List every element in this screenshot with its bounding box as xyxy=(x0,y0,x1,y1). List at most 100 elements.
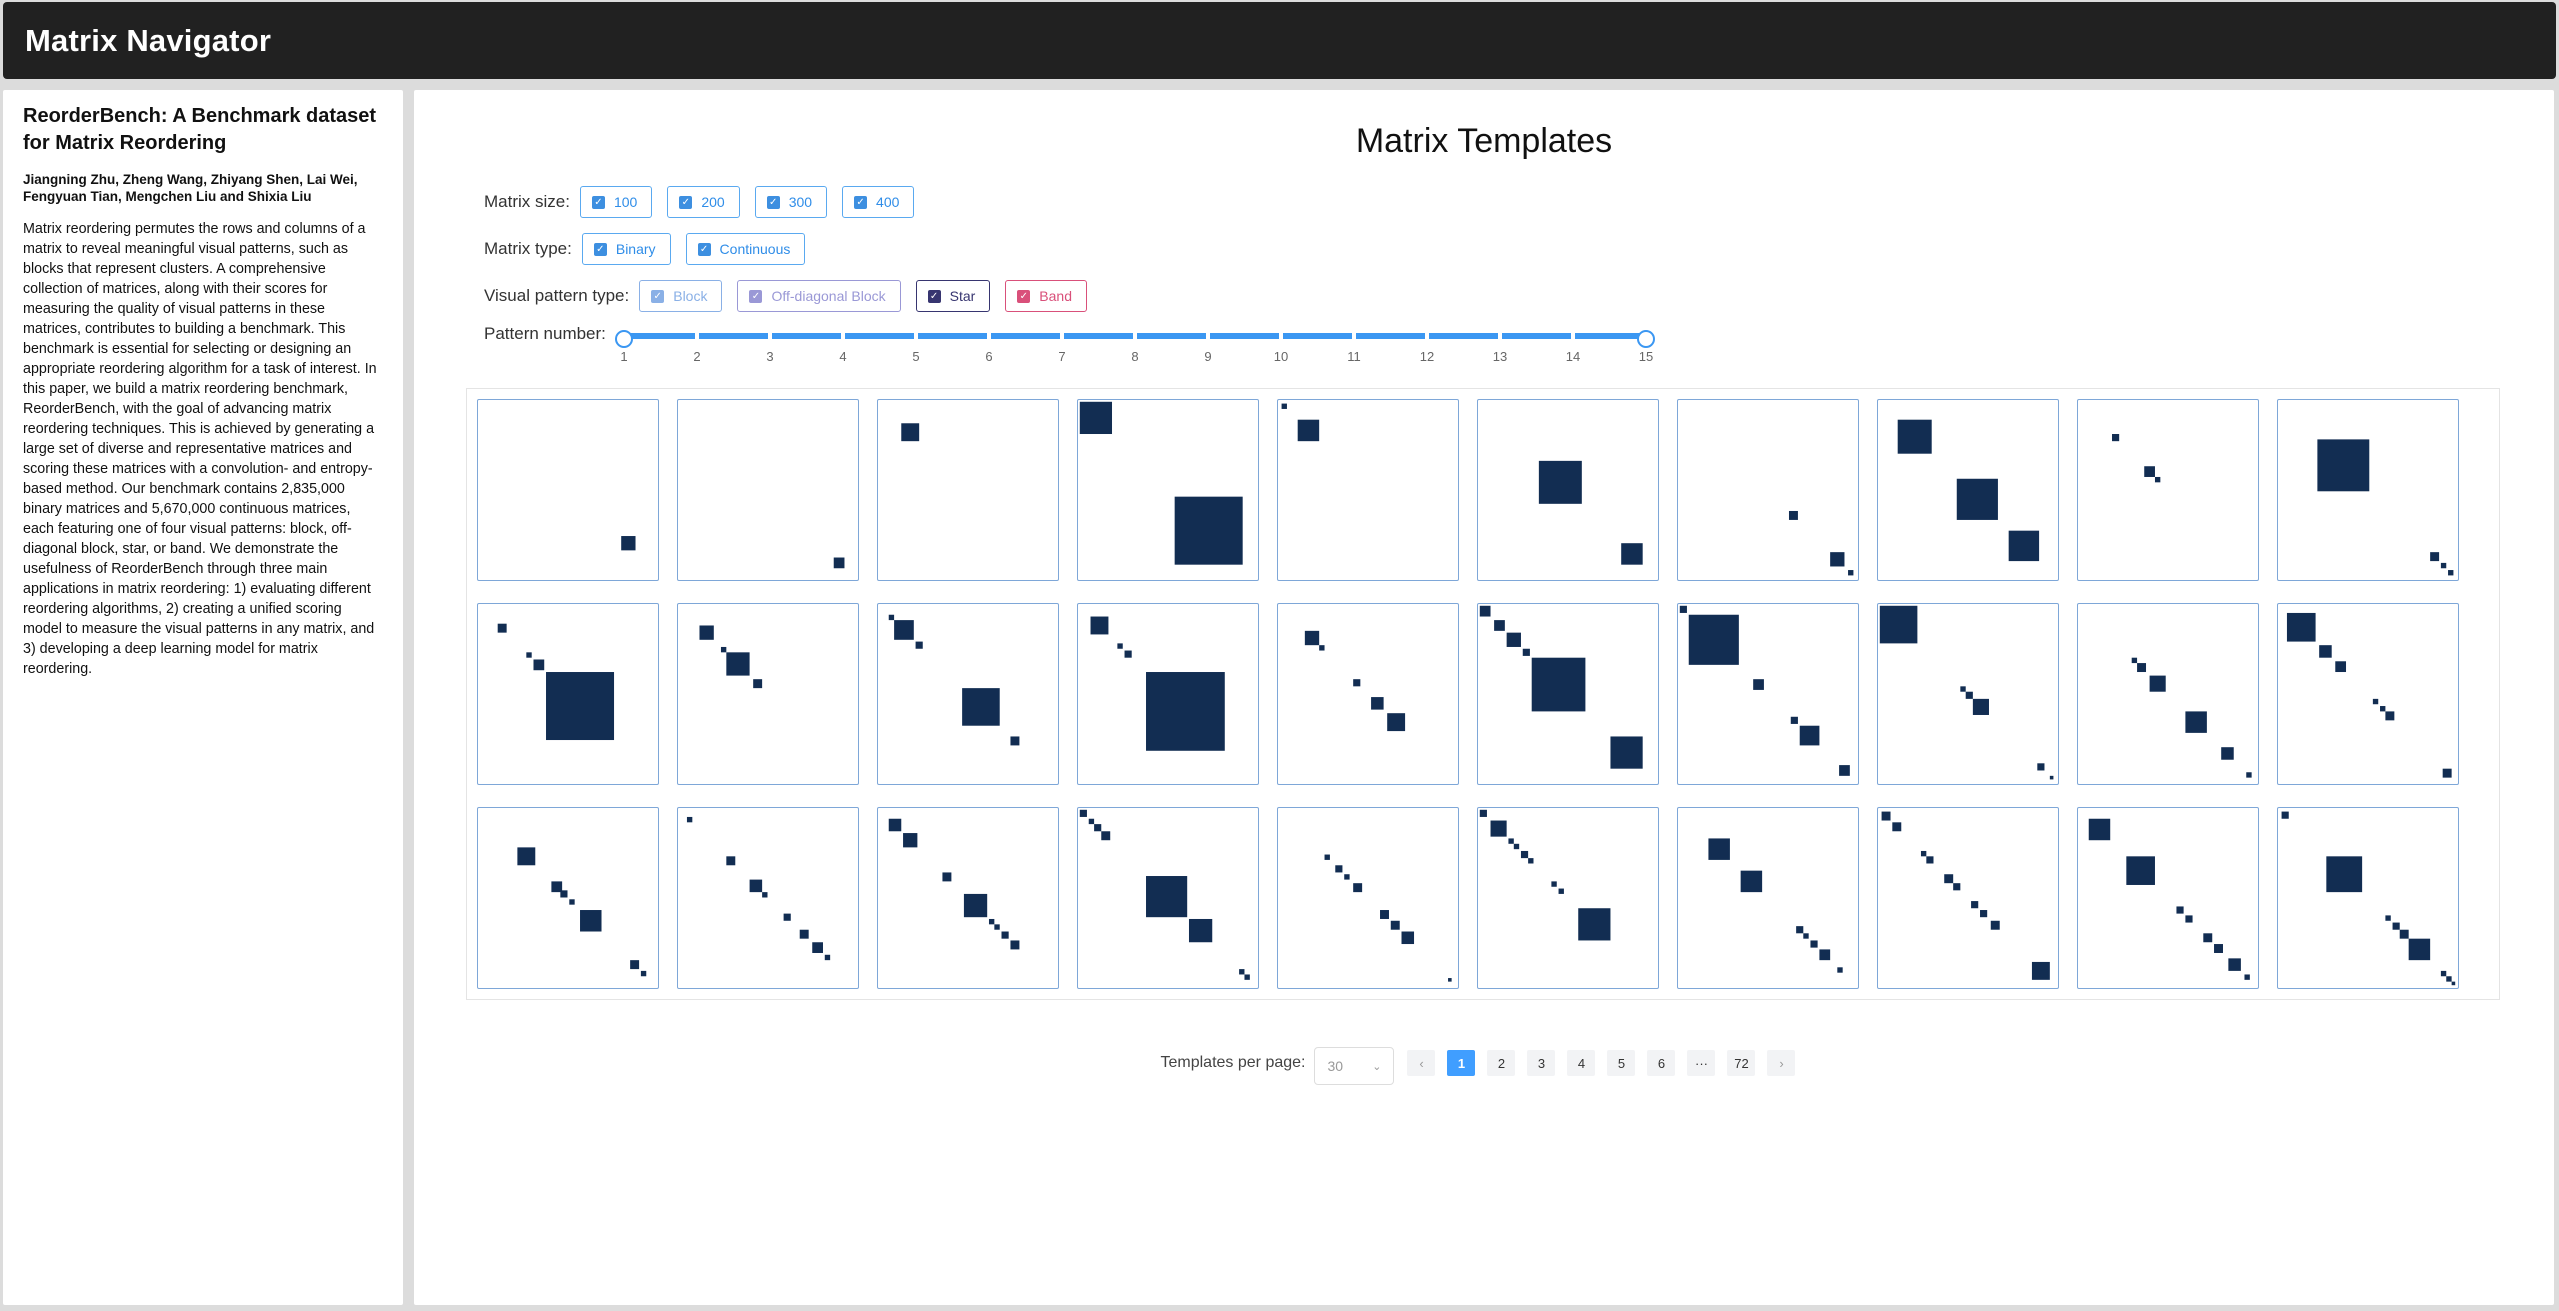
slider-tick-mark xyxy=(1279,333,1283,339)
slider-track[interactable]: 1 2 3 4 5 6 7 8 9 10 11 12 13 14 15 xyxy=(615,330,1655,364)
matrix-template[interactable] xyxy=(1477,399,1659,581)
matrix-template[interactable] xyxy=(1077,603,1259,785)
size-option-400[interactable]: ✓ 400 xyxy=(842,186,915,218)
slider-tick-label: 7 xyxy=(1058,349,1066,364)
matrix-pattern xyxy=(2131,657,2252,778)
matrix-template[interactable] xyxy=(877,603,1059,785)
page-button[interactable]: 2 xyxy=(1487,1050,1516,1076)
matrix-block xyxy=(2380,706,2386,712)
matrix-block xyxy=(2446,976,2452,982)
matrix-block xyxy=(994,924,1000,930)
matrix-template[interactable] xyxy=(877,399,1059,581)
paper-title: ReorderBench: A Benchmark dataset for Ma… xyxy=(23,105,377,154)
matrix-block xyxy=(1956,478,1998,520)
page-button[interactable]: 72 xyxy=(1727,1050,1756,1076)
type-option-continuous[interactable]: ✓ Continuous xyxy=(685,233,806,265)
slider-tick-label: 13 xyxy=(1492,349,1508,364)
matrix-block xyxy=(640,970,647,977)
matrix-block xyxy=(888,614,895,621)
matrix-template[interactable] xyxy=(2077,603,2259,785)
matrix-template[interactable] xyxy=(1077,807,1259,989)
pattern-option-off-diagonal-block[interactable]: ✓ Off-diagonal Block xyxy=(737,280,901,312)
matrix-block xyxy=(621,536,636,551)
matrix-template[interactable] xyxy=(2277,399,2459,581)
page-button[interactable]: 6 xyxy=(1647,1050,1676,1076)
matrix-block xyxy=(1803,933,1809,939)
matrix-template[interactable] xyxy=(2277,603,2459,785)
page-button[interactable]: 5 xyxy=(1607,1050,1636,1076)
matrix-block xyxy=(824,954,831,961)
matrix-block xyxy=(560,890,568,898)
matrix-block xyxy=(888,818,902,832)
matrix-block xyxy=(2335,661,2347,673)
matrix-template[interactable] xyxy=(1277,399,1459,581)
matrix-block xyxy=(1353,679,1361,687)
matrix-block xyxy=(1380,910,1389,919)
page-button[interactable]: 4 xyxy=(1567,1050,1596,1076)
prev-page-button[interactable]: ‹ xyxy=(1407,1050,1436,1076)
slider-tick-label: 3 xyxy=(766,349,774,364)
matrix-template[interactable] xyxy=(1077,399,1259,581)
matrix-template[interactable] xyxy=(677,603,859,785)
matrix-block xyxy=(2031,961,2050,980)
size-option-300[interactable]: ✓ 300 xyxy=(754,186,828,218)
pattern-option-star[interactable]: ✓ Star xyxy=(915,280,991,312)
matrix-block xyxy=(2326,856,2363,893)
slider-min-handle[interactable] xyxy=(615,330,633,348)
matrix-template[interactable] xyxy=(1877,603,2059,785)
matrix-template[interactable] xyxy=(677,399,859,581)
matrix-template[interactable] xyxy=(1477,807,1659,989)
page-button[interactable]: 3 xyxy=(1527,1050,1556,1076)
size-option-200[interactable]: ✓ 200 xyxy=(667,186,740,218)
slider-tick-label: 9 xyxy=(1204,349,1212,364)
matrix-template[interactable] xyxy=(1477,603,1659,785)
matrix-template[interactable] xyxy=(1677,399,1859,581)
matrix-block xyxy=(963,893,988,918)
matrix-template[interactable] xyxy=(877,807,1059,989)
matrix-template[interactable] xyxy=(677,807,859,989)
matrix-template[interactable] xyxy=(1277,807,1459,989)
pattern-option-band[interactable]: ✓ Band xyxy=(1005,280,1087,312)
matrix-block xyxy=(1740,870,1763,893)
matrix-template[interactable] xyxy=(477,399,659,581)
matrix-block xyxy=(1788,510,1798,520)
matrix-block xyxy=(2088,818,2111,841)
matrix-template[interactable] xyxy=(1677,807,1859,989)
slider-max-handle[interactable] xyxy=(1637,330,1655,348)
matrix-block xyxy=(1538,460,1582,504)
pattern-option-label: Off-diagonal Block xyxy=(771,288,886,304)
per-page-select[interactable]: 30 ⌄ xyxy=(1314,1047,1395,1085)
matrix-block xyxy=(2286,612,2316,642)
type-option-binary[interactable]: ✓ Binary xyxy=(581,233,671,265)
slider-tick-label: 10 xyxy=(1273,349,1289,364)
next-page-button[interactable]: › xyxy=(1767,1050,1796,1076)
matrix-block xyxy=(2385,711,2395,721)
matrix-template[interactable] xyxy=(2077,399,2259,581)
matrix-template[interactable] xyxy=(477,603,659,785)
matrix-block xyxy=(2408,938,2431,961)
matrix-block xyxy=(1079,809,1087,817)
matrix-template[interactable] xyxy=(1277,603,1459,785)
pagination: Templates per page: 30 ⌄ ‹ 1 2 3 4 5 6 ··· 72 › xyxy=(414,1041,2554,1085)
matrix-block xyxy=(1508,838,1514,844)
type-filter-label: Matrix type: xyxy=(484,239,572,258)
page-button[interactable]: 1 xyxy=(1447,1050,1476,1076)
matrix-template[interactable] xyxy=(477,807,659,989)
matrix-block xyxy=(1837,967,1843,973)
matrix-template[interactable] xyxy=(1877,399,2059,581)
size-option-100[interactable]: ✓ 100 xyxy=(579,186,653,218)
page-ellipsis[interactable]: ··· xyxy=(1687,1050,1716,1076)
matrix-pattern xyxy=(1679,605,1850,776)
slider-tick-mark xyxy=(987,333,991,339)
matrix-block xyxy=(2185,915,2193,923)
matrix-template[interactable] xyxy=(2277,807,2459,989)
matrix-template[interactable] xyxy=(2077,807,2259,989)
matrix-template[interactable] xyxy=(1877,807,2059,989)
matrix-block xyxy=(2246,772,2252,778)
matrix-block xyxy=(1980,910,1988,918)
matrix-template[interactable] xyxy=(1677,603,1859,785)
matrix-pattern xyxy=(1897,419,2040,562)
matrix-block xyxy=(2442,768,2452,778)
pattern-option-block[interactable]: ✓ Block xyxy=(639,280,723,312)
matrix-block xyxy=(2440,970,2447,977)
